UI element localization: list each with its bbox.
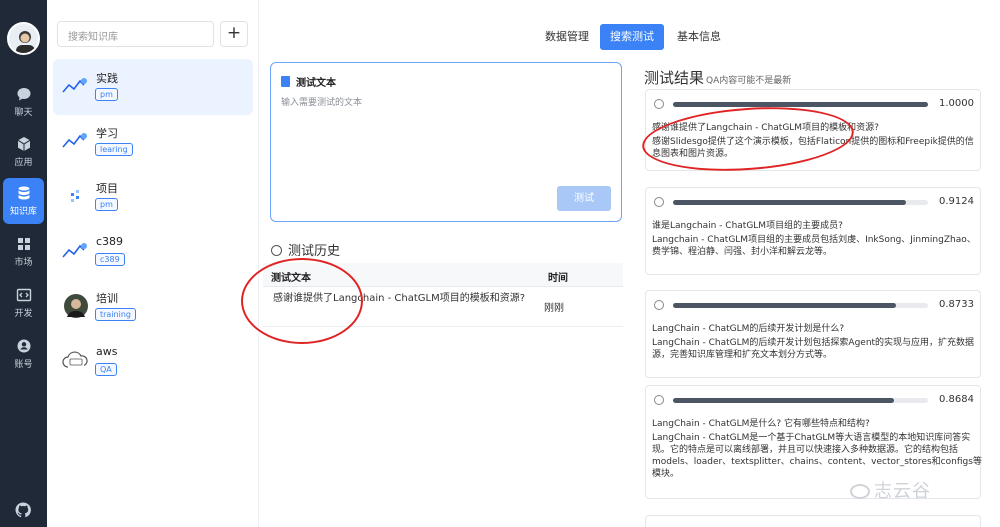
kb-item-title: aws (96, 345, 118, 358)
result-question: 谁是Langchain - ChatGLM项目组的主要成员? (652, 221, 843, 231)
score-bar (673, 200, 928, 205)
score-bar (673, 398, 928, 403)
code-icon (16, 288, 31, 302)
result-card[interactable] (645, 515, 981, 527)
kb-item-title: 学习 (96, 127, 118, 140)
score-row: 0.9124 (654, 196, 974, 210)
tab-search-test[interactable]: 搜索测试 (600, 24, 664, 50)
kb-item-title: 项目 (96, 182, 118, 195)
knowledge-base-panel: 搜索知识库 + 实践 pm 学习 learing 项目 pm c389 c389… (47, 0, 259, 527)
langchain-logo-icon (62, 243, 87, 258)
kb-item-tag: pm (95, 198, 118, 211)
kb-item-tag: training (95, 308, 136, 321)
nav-label: 市场 (14, 258, 33, 268)
add-kb-button[interactable]: + (220, 21, 248, 47)
nav-item-market[interactable]: 市场 (0, 229, 47, 275)
wechat-icon (850, 484, 870, 499)
score-row: 0.8733 (654, 299, 974, 313)
app-window: 聊天 应用 知识库 市场 开发 账号 搜索知识库 + 实践 pm 学习 lear… (0, 0, 1000, 527)
score-bar (673, 102, 928, 107)
dataset-logo-icon (71, 190, 79, 202)
database-icon (18, 186, 29, 200)
test-button[interactable]: 测试 (557, 186, 611, 211)
result-answer: LangChain - ChatGLM是一个基于ChatGLM等大语言模型的本地… (652, 433, 982, 479)
test-text-box[interactable]: 测试文本 输入需要测试的文本 测试 (270, 62, 622, 222)
tab-basic-info[interactable]: 基本信息 (667, 24, 731, 50)
highlight-circle (241, 258, 363, 344)
target-icon (654, 99, 664, 109)
score-bar-fill (673, 303, 896, 308)
nav-label: 聊天 (14, 108, 33, 118)
kb-item-tag: QA (95, 363, 117, 376)
tab-data-management[interactable]: 数据管理 (535, 24, 599, 50)
kb-list-item[interactable]: aws QA (53, 334, 253, 390)
target-icon (654, 300, 664, 310)
kb-item-tag: c389 (95, 253, 125, 266)
results-title-label: 测试结果 (644, 69, 705, 87)
nav-item-dev[interactable]: 开发 (0, 280, 47, 326)
result-answer: LangChain - ChatGLM的后续开发计划包括探索Agent的实现与应… (652, 338, 975, 360)
kb-list-item[interactable]: c389 c389 (53, 224, 253, 280)
result-answer: Langchain - ChatGLM项目组的主要成员包括刘虔、InkSong、… (652, 235, 976, 257)
test-text-placeholder[interactable]: 输入需要测试的文本 (281, 95, 362, 108)
score-value: 1.0000 (939, 98, 974, 109)
kb-item-tag: learing (95, 143, 133, 156)
nav-item-apps[interactable]: 应用 (0, 129, 47, 175)
chat-icon (17, 88, 30, 101)
target-icon (654, 395, 664, 405)
result-card[interactable]: 0.9124 谁是Langchain - ChatGLM项目组的主要成员? La… (645, 187, 981, 275)
nav-label: 应用 (14, 158, 33, 168)
nav-label: 账号 (14, 360, 33, 370)
kb-list-item[interactable]: 学习 learing (53, 114, 253, 170)
nav-label: 知识库 (9, 207, 37, 217)
history-title: 测试历史 (271, 240, 340, 259)
score-bar-fill (673, 398, 895, 403)
nav-label: 开发 (14, 309, 33, 319)
langchain-logo-icon (62, 78, 87, 93)
left-nav: 聊天 应用 知识库 市场 开发 账号 (0, 0, 47, 527)
kb-list-item[interactable]: 实践 pm (53, 59, 253, 115)
grid-icon (17, 238, 30, 250)
kb-search-placeholder: 搜索知识库 (68, 32, 118, 43)
score-row: 0.8684 (654, 394, 974, 408)
score-value: 0.8733 (939, 299, 974, 310)
result-question: LangChain - ChatGLM是什么? 它有哪些特点和结构? (652, 419, 870, 429)
kb-list-item[interactable]: 项目 pm (53, 169, 253, 225)
nav-item-knowledge[interactable]: 知识库 (3, 178, 44, 224)
kb-search-input[interactable]: 搜索知识库 (57, 21, 214, 47)
test-text-header-label: 测试文本 (296, 78, 336, 89)
cube-icon (17, 137, 30, 151)
history-row-time: 刚刚 (544, 303, 564, 314)
nav-item-chat[interactable]: 聊天 (0, 79, 47, 125)
results-title: 测试结果 QA内容可能不是最新 (644, 67, 791, 88)
score-bar-fill (673, 200, 906, 205)
test-text-header: 测试文本 (281, 74, 336, 89)
avatar[interactable] (7, 22, 40, 55)
clock-icon (271, 245, 282, 256)
kb-item-title: 培训 (96, 292, 118, 305)
history-title-label: 测试历史 (288, 244, 341, 259)
github-icon[interactable] (15, 502, 31, 518)
aws-cloud-icon (62, 351, 88, 368)
score-bar-fill (673, 102, 928, 107)
langchain-logo-icon (62, 133, 87, 148)
user-icon (17, 339, 30, 353)
target-icon (654, 197, 664, 207)
result-question: LangChain - ChatGLM的后续开发计划是什么? (652, 324, 845, 334)
result-card[interactable]: 0.8733 LangChain - ChatGLM的后续开发计划是什么? La… (645, 290, 981, 378)
document-icon (281, 76, 290, 87)
kb-list-item[interactable]: 培训 training (53, 279, 253, 335)
col-header-time: 时间 (548, 273, 568, 284)
kb-item-tag: pm (95, 88, 118, 101)
results-subtitle: QA内容可能不是最新 (706, 76, 792, 86)
score-bar (673, 303, 928, 308)
kb-item-title: 实践 (96, 72, 118, 85)
watermark: 志云谷 (850, 477, 931, 503)
kb-item-title: c389 (96, 235, 124, 248)
person-photo-icon (64, 294, 88, 318)
score-value: 0.9124 (939, 196, 974, 207)
watermark-text: 志云谷 (874, 481, 931, 502)
score-value: 0.8684 (939, 394, 974, 405)
nav-item-account[interactable]: 账号 (0, 331, 47, 377)
